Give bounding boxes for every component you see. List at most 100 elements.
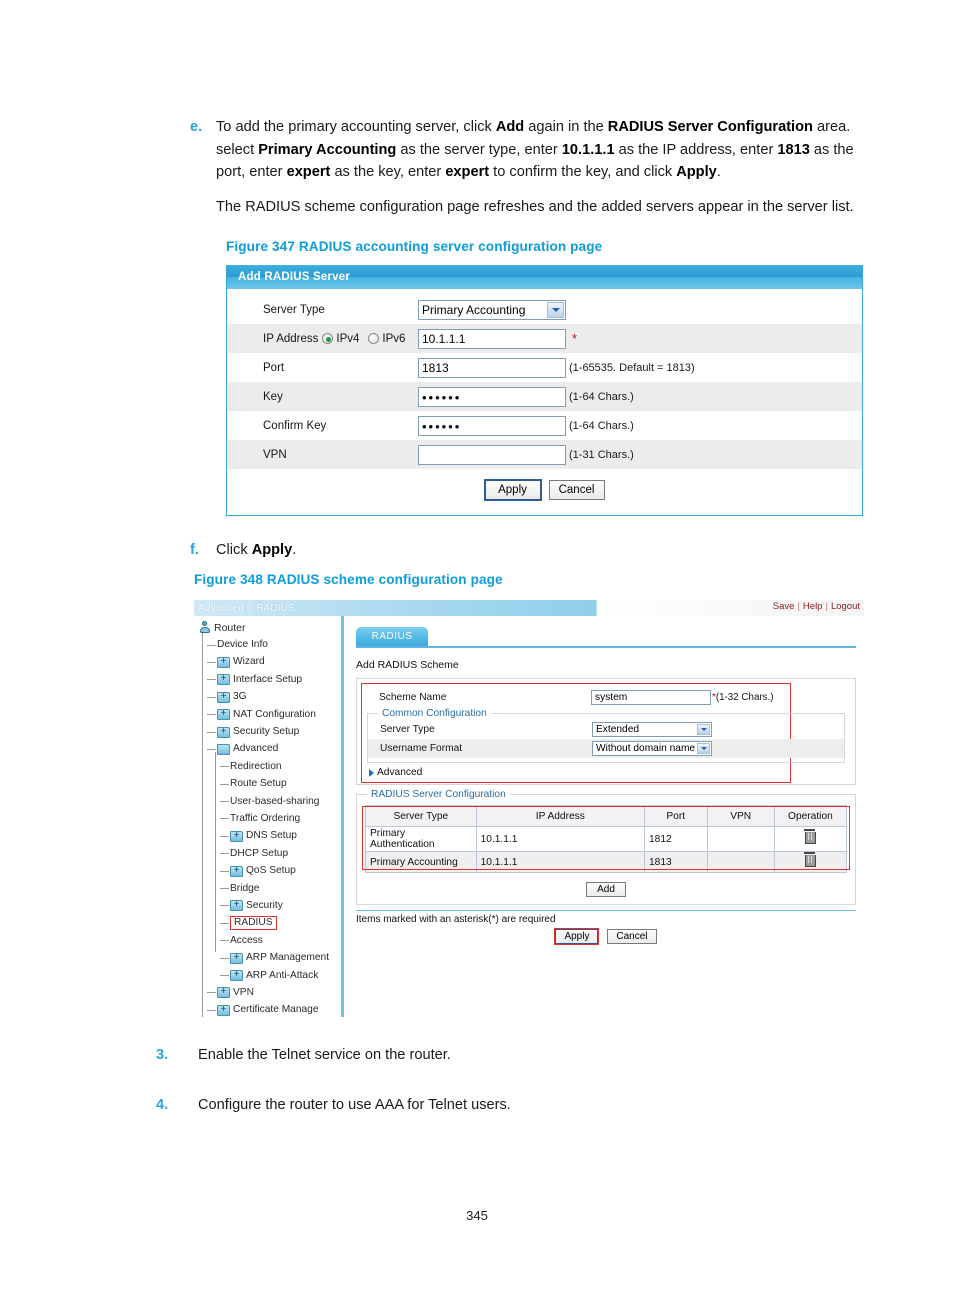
ip-version-radio-group[interactable]: IPv4 IPv6 — [322, 333, 411, 345]
sidebar-item-device-info[interactable]: Device Info — [194, 636, 341, 653]
scheme-name-input-wrap[interactable]: system — [591, 690, 711, 705]
vpn-input[interactable] — [418, 444, 566, 465]
sidebar-item-bridge[interactable]: Bridge — [194, 880, 341, 897]
sidebar-item-user-based-sharing[interactable]: User-based-sharing — [194, 793, 341, 810]
sidebar-item-wizard[interactable]: Wizard — [194, 654, 341, 671]
scheme-name-input[interactable]: system — [591, 690, 711, 705]
folder-plus-icon[interactable] — [230, 899, 243, 912]
folder-plus-icon[interactable] — [230, 969, 243, 981]
ip-address-label-group: IP Address IPv4 IPv6 — [263, 333, 418, 345]
username-format-select-wrap[interactable]: Without domain name — [592, 741, 712, 756]
tree-connector-line — [207, 679, 216, 681]
sidebar-item-certificate-manage[interactable]: Certificate Manage — [194, 1002, 341, 1017]
key-input[interactable]: •••••• — [418, 386, 566, 407]
folder-plus-icon[interactable] — [217, 673, 230, 686]
save-link[interactable]: Save — [773, 601, 795, 612]
tree-connector-line — [207, 992, 216, 994]
sidebar-item-access[interactable]: Access — [194, 932, 341, 949]
sidebar-item-arp-anti-attack[interactable]: ARP Anti-Attack — [194, 967, 341, 984]
sidebar-item-dhcp-setup[interactable]: DHCP Setup — [194, 845, 341, 862]
sidebar-item-vpn[interactable]: VPN — [194, 984, 341, 1001]
sidebar-item-qos-setup[interactable]: QoS Setup — [194, 862, 341, 879]
port-label: Port — [263, 361, 285, 374]
sidebar-item-3g[interactable]: 3G — [194, 689, 341, 706]
step-f-body: Click Apply. — [216, 539, 870, 562]
sidebar-item-redirection[interactable]: Redirection — [194, 758, 341, 775]
tree-connector-line — [220, 801, 229, 803]
confirm-key-hint: (1-64 Chars.) — [569, 419, 634, 432]
sidebar-item-label: Route Setup — [230, 778, 287, 790]
server-type-select-wrap[interactable]: Primary Accounting — [418, 299, 566, 320]
add-server-button[interactable]: Add — [586, 882, 626, 897]
sidebar-item-advanced[interactable]: Advanced — [194, 741, 341, 758]
port-input[interactable]: 1813 — [418, 357, 566, 378]
cancel-button[interactable]: Cancel — [548, 480, 605, 500]
ipv4-radio[interactable] — [322, 333, 334, 344]
chevron-down-icon[interactable] — [547, 301, 564, 318]
step-e-paragraph-1: To add the primary accounting server, cl… — [216, 119, 854, 181]
sidebar-item-radius[interactable]: RADIUS — [194, 915, 341, 932]
folder-plus-icon[interactable] — [230, 952, 243, 964]
folder-plus-icon[interactable] — [217, 691, 230, 703]
sidebar-item-security-setup[interactable]: Security Setup — [194, 723, 341, 740]
sidebar-item-dns-setup[interactable]: DNS Setup — [194, 828, 341, 845]
confirm-key-input-wrap[interactable]: •••••• — [418, 415, 566, 436]
dialog-form: Server Type Primary Accounting IP Addres… — [227, 289, 862, 501]
sidebar-item-traffic-ordering[interactable]: Traffic Ordering — [194, 810, 341, 827]
vpn-input-wrap[interactable] — [418, 444, 566, 465]
apply-button[interactable]: Apply — [483, 479, 542, 501]
triangle-right-icon — [369, 768, 374, 777]
ip-address-input-wrap[interactable]: 10.1.1.1 — [418, 328, 566, 349]
delete-icon[interactable] — [803, 851, 816, 867]
key-input-wrap[interactable]: •••••• — [418, 386, 566, 407]
page-cancel-button[interactable]: Cancel — [607, 929, 657, 944]
form-row-port: Port 1813 (1-65535. Default = 1813) — [227, 353, 862, 382]
sidebar-item-route-setup[interactable]: Route Setup — [194, 776, 341, 793]
step-4-marker: 4. — [156, 1097, 169, 1113]
delete-icon[interactable] — [803, 828, 816, 844]
folder-plus-icon[interactable] — [230, 830, 243, 842]
ipv6-radio[interactable] — [368, 333, 380, 344]
sidebar-item-router[interactable]: Router — [194, 619, 341, 636]
confirm-key-input[interactable]: •••••• — [418, 415, 566, 436]
sidebar-item-label: Access — [230, 934, 263, 946]
server-type-label: Server Type — [263, 303, 325, 316]
sidebar-item-label: Security Setup — [233, 726, 300, 738]
ui-server-type-select-wrap[interactable]: Extended — [592, 722, 712, 737]
folder-open-icon[interactable] — [217, 743, 230, 755]
form-row-server-type: Server Type Primary Accounting — [227, 295, 862, 324]
chevron-down-icon[interactable] — [697, 743, 710, 754]
page-apply-button[interactable]: Apply — [555, 929, 599, 944]
sidebar-item-label: Security — [246, 899, 283, 911]
logout-link[interactable]: Logout — [831, 601, 860, 612]
tab-radius[interactable]: RADIUS — [356, 627, 428, 646]
folder-plus-icon[interactable] — [217, 708, 230, 721]
figure-347-caption: Figure 347 RADIUS accounting server conf… — [226, 239, 603, 254]
username-format-row: Username Format Without domain name — [368, 739, 844, 758]
server-type-select[interactable]: Primary Accounting — [418, 299, 566, 320]
folder-plus-icon[interactable] — [217, 1004, 230, 1016]
sidebar-item-security[interactable]: Security — [194, 897, 341, 914]
tree-connector-line — [207, 1009, 216, 1011]
port-input-wrap[interactable]: 1813 — [418, 357, 566, 378]
folder-plus-icon[interactable] — [217, 986, 230, 999]
tree-connector-line — [220, 888, 229, 890]
ip-address-input[interactable]: 10.1.1.1 — [418, 328, 566, 349]
advanced-toggle[interactable]: Advanced — [367, 767, 845, 778]
key-label: Key — [263, 390, 283, 403]
folder-plus-icon[interactable] — [217, 656, 230, 668]
username-format-select[interactable]: Without domain name — [592, 741, 712, 756]
folder-plus-icon[interactable] — [230, 865, 243, 877]
vpn-hint: (1-31 Chars.) — [569, 448, 634, 461]
sidebar-item-nat-configuration[interactable]: NAT Configuration — [194, 706, 341, 723]
ui-server-type-select[interactable]: Extended — [592, 722, 712, 737]
folder-plus-icon[interactable] — [217, 726, 230, 738]
help-link[interactable]: Help — [803, 601, 823, 612]
step-3-text: Enable the Telnet service on the router. — [198, 1047, 451, 1063]
link-separator-2: | — [825, 601, 828, 612]
step-f: f. Click Apply. — [190, 539, 870, 562]
scheme-name-hint: (1-32 Chars.) — [715, 692, 774, 703]
chevron-down-icon[interactable] — [697, 724, 710, 735]
sidebar-item-arp-management[interactable]: ARP Management — [194, 949, 341, 966]
sidebar-item-interface-setup[interactable]: Interface Setup — [194, 671, 341, 688]
